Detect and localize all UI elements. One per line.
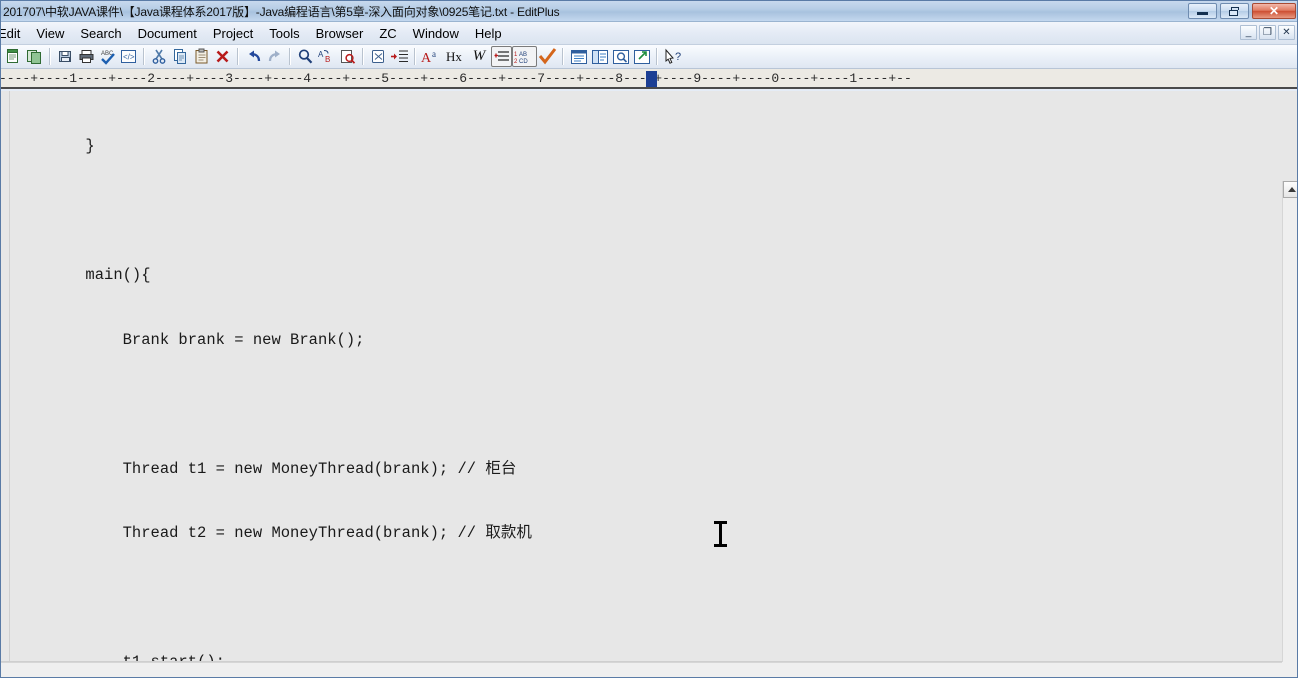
scroll-up-button[interactable] bbox=[1283, 181, 1297, 198]
editor-area[interactable]: } main(){ Brank brank = new Brank(); Thr… bbox=[1, 91, 1297, 677]
horizontal-scrollbar[interactable] bbox=[1, 662, 1282, 677]
column-marker-icon[interactable]: 1 AB 2 CD bbox=[512, 46, 537, 67]
svg-text:B: B bbox=[325, 55, 330, 64]
editplus-window: 201707\中软JAVA课件\【Java课程体系2017版】-Java编程语言… bbox=[0, 0, 1298, 678]
hex-icon[interactable]: Hx bbox=[441, 46, 467, 67]
new-document-icon[interactable] bbox=[3, 46, 24, 67]
menu-item-help[interactable]: Help bbox=[467, 24, 510, 43]
code-line: t1.start(); bbox=[11, 652, 1281, 661]
open-document-icon[interactable] bbox=[24, 46, 45, 67]
mdi-child-controls: _ ❐ ✕ bbox=[1240, 25, 1295, 40]
minimize-icon bbox=[1197, 11, 1208, 15]
toolbar-separator bbox=[656, 48, 658, 65]
font-icon[interactable]: A a bbox=[420, 46, 441, 67]
help-pointer-icon[interactable]: ? bbox=[662, 46, 686, 67]
goto-line-icon[interactable] bbox=[368, 46, 389, 67]
code-line: Thread t1 = new MoneyThread(brank); // 柜… bbox=[11, 459, 517, 478]
save-icon[interactable] bbox=[55, 46, 76, 67]
toolbar-separator bbox=[289, 48, 291, 65]
menu-item-search[interactable]: Search bbox=[72, 24, 129, 43]
toolbar-separator bbox=[49, 48, 51, 65]
code-line: Thread t2 = new MoneyThread(brank); // 取… bbox=[11, 524, 532, 542]
code-line: Brank brank = new Brank(); bbox=[11, 330, 365, 349]
svg-text:2: 2 bbox=[514, 59, 518, 64]
directory-window-icon[interactable] bbox=[589, 46, 610, 67]
hex-label: Hx bbox=[446, 48, 462, 64]
svg-text:</>: </> bbox=[123, 53, 135, 62]
line-numbers-icon[interactable] bbox=[491, 46, 512, 67]
ruler-cursor-marker: 6 bbox=[646, 71, 657, 87]
menu-item-project[interactable]: Project bbox=[205, 24, 261, 43]
editor-gutter bbox=[1, 91, 10, 677]
toolbar: ABC </> A B A a Hx W 1 AB 2 CD ? bbox=[1, 45, 1297, 69]
browser-icon[interactable] bbox=[631, 46, 652, 67]
svg-text:?: ? bbox=[675, 51, 681, 63]
toolbar-separator bbox=[562, 48, 564, 65]
menu-item-window[interactable]: Window bbox=[405, 24, 467, 43]
minimize-button[interactable] bbox=[1188, 3, 1217, 19]
vertical-scrollbar[interactable] bbox=[1282, 181, 1297, 677]
menu-item-tools[interactable]: Tools bbox=[261, 24, 307, 43]
menu-item-edit[interactable]: Edit bbox=[1, 24, 28, 43]
toolbar-separator bbox=[237, 48, 239, 65]
mdi-minimize-button[interactable]: _ bbox=[1240, 25, 1257, 40]
title-bar: 201707\中软JAVA课件\【Java课程体系2017版】-Java编程语言… bbox=[1, 1, 1297, 22]
menu-item-browser[interactable]: Browser bbox=[308, 24, 372, 43]
check-mark-icon[interactable] bbox=[537, 46, 558, 67]
svg-text:AB: AB bbox=[519, 52, 527, 58]
paste-icon[interactable] bbox=[191, 46, 212, 67]
code-line: main(){ bbox=[11, 266, 151, 284]
toolbar-separator bbox=[414, 48, 416, 65]
restore-icon bbox=[1229, 6, 1240, 16]
html-tag-icon[interactable]: </> bbox=[118, 46, 139, 67]
indent-icon[interactable] bbox=[389, 46, 410, 67]
svg-text:CD: CD bbox=[519, 59, 528, 64]
svg-text:a: a bbox=[432, 49, 436, 59]
svg-text:1: 1 bbox=[514, 52, 518, 58]
close-icon: ✕ bbox=[1268, 4, 1280, 18]
svg-text:A: A bbox=[318, 50, 324, 59]
word-wrap-icon[interactable]: W bbox=[467, 46, 491, 67]
mdi-close-button[interactable]: ✕ bbox=[1278, 25, 1295, 40]
undo-icon[interactable] bbox=[243, 46, 264, 67]
window-title: 201707\中软JAVA课件\【Java课程体系2017版】-Java编程语言… bbox=[3, 4, 560, 19]
scrollbar-corner bbox=[1282, 662, 1297, 677]
redo-icon[interactable] bbox=[264, 46, 285, 67]
document-selector-icon[interactable] bbox=[568, 46, 589, 67]
ruler-ticks: ----+----1----+----2----+----3----+----4… bbox=[1, 71, 912, 86]
window-controls: ✕ bbox=[1188, 3, 1296, 19]
find-in-files-icon[interactable] bbox=[337, 46, 358, 67]
cut-icon[interactable] bbox=[149, 46, 170, 67]
delete-icon[interactable] bbox=[212, 46, 233, 67]
spellcheck-icon[interactable]: ABC bbox=[97, 46, 118, 67]
close-button[interactable]: ✕ bbox=[1252, 3, 1296, 19]
word-label: W bbox=[472, 48, 486, 64]
chevron-up-icon bbox=[1287, 187, 1296, 192]
column-ruler: ----+----1----+----2----+----3----+----4… bbox=[1, 69, 1297, 89]
toolbar-separator bbox=[143, 48, 145, 65]
toolbar-separator bbox=[362, 48, 364, 65]
menu-item-document[interactable]: Document bbox=[130, 24, 205, 43]
code-line: } bbox=[11, 137, 95, 155]
find-icon[interactable] bbox=[295, 46, 316, 67]
preview-icon[interactable] bbox=[610, 46, 631, 67]
menu-item-zc[interactable]: ZC bbox=[371, 24, 404, 43]
svg-text:A: A bbox=[421, 51, 432, 65]
menu-item-view[interactable]: View bbox=[28, 24, 72, 43]
print-icon[interactable] bbox=[76, 46, 97, 67]
restore-button[interactable] bbox=[1220, 3, 1249, 19]
mdi-restore-button[interactable]: ❐ bbox=[1259, 25, 1276, 40]
replace-icon[interactable]: A B bbox=[316, 46, 337, 67]
copy-icon[interactable] bbox=[170, 46, 191, 67]
editor-text[interactable]: } main(){ Brank brank = new Brank(); Thr… bbox=[11, 91, 1281, 661]
menu-bar: Edit View Search Document Project Tools … bbox=[1, 22, 1297, 45]
